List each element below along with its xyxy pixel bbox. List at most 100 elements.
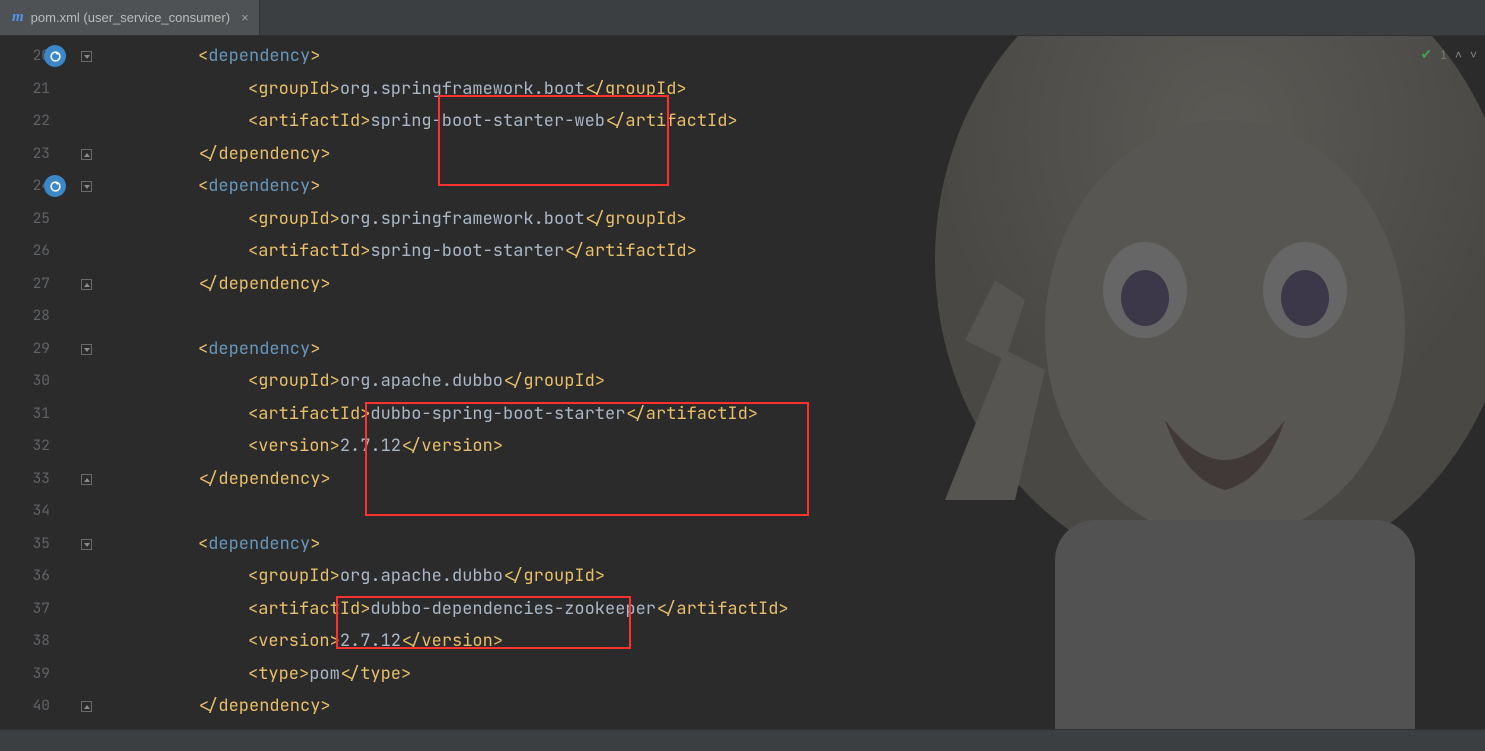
line-number: 24 — [0, 170, 50, 203]
code-token: <artifactId> — [248, 403, 370, 425]
line-number: 39 — [0, 658, 50, 691]
fold-collapse-icon[interactable] — [81, 539, 92, 550]
breadcrumb-bar — [0, 729, 1485, 751]
code-token: org.apache.dubbo — [340, 565, 503, 587]
code-token: < — [198, 45, 208, 67]
code-token: spring-boot-starter — [370, 240, 564, 262]
inspection-widget[interactable]: ✔ 1 ˄ ˅ — [1421, 46, 1477, 63]
code-token: dependency — [208, 175, 310, 197]
code-token: > — [310, 533, 320, 555]
code-token: < — [198, 175, 208, 197]
code-token: 2.7.12 — [340, 630, 401, 652]
code-line[interactable]: <groupId>org.apache.dubbo</groupId> — [98, 365, 1485, 398]
code-line[interactable]: <groupId>org.springframework.boot</group… — [98, 203, 1485, 236]
line-number: 36 — [0, 560, 50, 593]
code-token: </version> — [401, 630, 503, 652]
code-token: dubbo-spring-boot-starter — [370, 403, 625, 425]
code-token: org.springframework.boot — [340, 78, 585, 100]
fold-expand-icon[interactable] — [81, 149, 92, 160]
code-line[interactable]: <artifactId>dubbo-dependencies-zookeeper… — [98, 593, 1485, 626]
code-token: <artifactId> — [248, 240, 370, 262]
line-number: 22 — [0, 105, 50, 138]
line-number: 30 — [0, 365, 50, 398]
fold-expand-icon[interactable] — [81, 279, 92, 290]
line-number: 33 — [0, 463, 50, 496]
code-area[interactable]: <dependency><groupId>org.springframework… — [98, 36, 1485, 751]
fold-collapse-icon[interactable] — [81, 51, 92, 62]
line-number: 28 — [0, 300, 50, 333]
code-token: dependency — [208, 533, 310, 555]
code-token: </dependency> — [198, 143, 331, 165]
code-line[interactable]: </dependency> — [98, 268, 1485, 301]
code-token: </groupId> — [503, 565, 605, 587]
inspection-prev-icon[interactable]: ˄ — [1455, 48, 1462, 62]
run-gutter-icon[interactable] — [44, 45, 66, 67]
code-token: </version> — [401, 435, 503, 457]
code-token: <type> — [248, 663, 309, 685]
code-line[interactable]: <artifactId>dubbo-spring-boot-starter</a… — [98, 398, 1485, 431]
code-token: <groupId> — [248, 78, 340, 100]
editor-tab-label: pom.xml (user_service_consumer) — [31, 10, 230, 25]
close-tab-icon[interactable]: × — [241, 10, 249, 25]
code-line[interactable]: <dependency> — [98, 333, 1485, 366]
code-line[interactable]: </dependency> — [98, 463, 1485, 496]
code-line[interactable]: </dependency> — [98, 690, 1485, 723]
line-number: 35 — [0, 528, 50, 561]
code-token: </groupId> — [585, 208, 687, 230]
code-token: 2.7.12 — [340, 435, 401, 457]
code-line[interactable]: <artifactId>spring-boot-starter</artifac… — [98, 235, 1485, 268]
code-token: spring-boot-starter-web — [370, 110, 605, 132]
fold-column — [78, 36, 96, 751]
inspection-next-icon[interactable]: ˅ — [1470, 48, 1477, 62]
code-token: <groupId> — [248, 370, 340, 392]
code-token: <version> — [248, 630, 340, 652]
code-token: > — [310, 175, 320, 197]
code-token: dependency — [208, 45, 310, 67]
code-line[interactable]: <dependency> — [98, 40, 1485, 73]
line-number: 29 — [0, 333, 50, 366]
fold-collapse-icon[interactable] — [81, 181, 92, 192]
code-token: </artifactId> — [564, 240, 697, 262]
code-token: > — [310, 45, 320, 67]
run-gutter-icon[interactable] — [44, 175, 66, 197]
fold-expand-icon[interactable] — [81, 701, 92, 712]
code-line[interactable]: </dependency> — [98, 138, 1485, 171]
code-token: <artifactId> — [248, 110, 370, 132]
code-token: <groupId> — [248, 565, 340, 587]
editor-tab-pom-xml[interactable]: m pom.xml (user_service_consumer) × — [0, 0, 260, 35]
fold-expand-icon[interactable] — [81, 474, 92, 485]
code-token: </dependency> — [198, 468, 331, 490]
code-token: </artifactId> — [625, 403, 758, 425]
code-token: </artifactId> — [656, 598, 789, 620]
code-token: org.apache.dubbo — [340, 370, 503, 392]
line-number: 34 — [0, 495, 50, 528]
code-line[interactable]: <version>2.7.12</version> — [98, 430, 1485, 463]
code-line[interactable]: <artifactId>spring-boot-starter-web</art… — [98, 105, 1485, 138]
code-line[interactable] — [98, 495, 1485, 528]
code-token: < — [198, 533, 208, 555]
code-token: > — [310, 338, 320, 360]
code-line[interactable]: <groupId>org.apache.dubbo</groupId> — [98, 560, 1485, 593]
inspection-count: 1 — [1440, 48, 1447, 62]
line-number: 20 — [0, 40, 50, 73]
code-line[interactable] — [98, 300, 1485, 333]
code-line[interactable]: <groupId>org.springframework.boot</group… — [98, 73, 1485, 106]
maven-file-icon: m — [12, 9, 24, 26]
code-token: org.springframework.boot — [340, 208, 585, 230]
inspection-ok-icon: ✔ — [1421, 46, 1433, 63]
code-token: dependency — [208, 338, 310, 360]
code-token: < — [198, 338, 208, 360]
line-number: 25 — [0, 203, 50, 236]
code-line[interactable]: <version>2.7.12</version> — [98, 625, 1485, 658]
code-line[interactable]: <type>pom</type> — [98, 658, 1485, 691]
code-editor[interactable]: 2021222324252627282930313233343536373839… — [0, 36, 1485, 751]
fold-collapse-icon[interactable] — [81, 344, 92, 355]
code-line[interactable]: <dependency> — [98, 528, 1485, 561]
line-number: 37 — [0, 593, 50, 626]
code-line[interactable]: <dependency> — [98, 170, 1485, 203]
line-number: 23 — [0, 138, 50, 171]
line-number: 31 — [0, 398, 50, 431]
code-token: <version> — [248, 435, 340, 457]
line-number: 40 — [0, 690, 50, 723]
code-token: </artifactId> — [605, 110, 738, 132]
